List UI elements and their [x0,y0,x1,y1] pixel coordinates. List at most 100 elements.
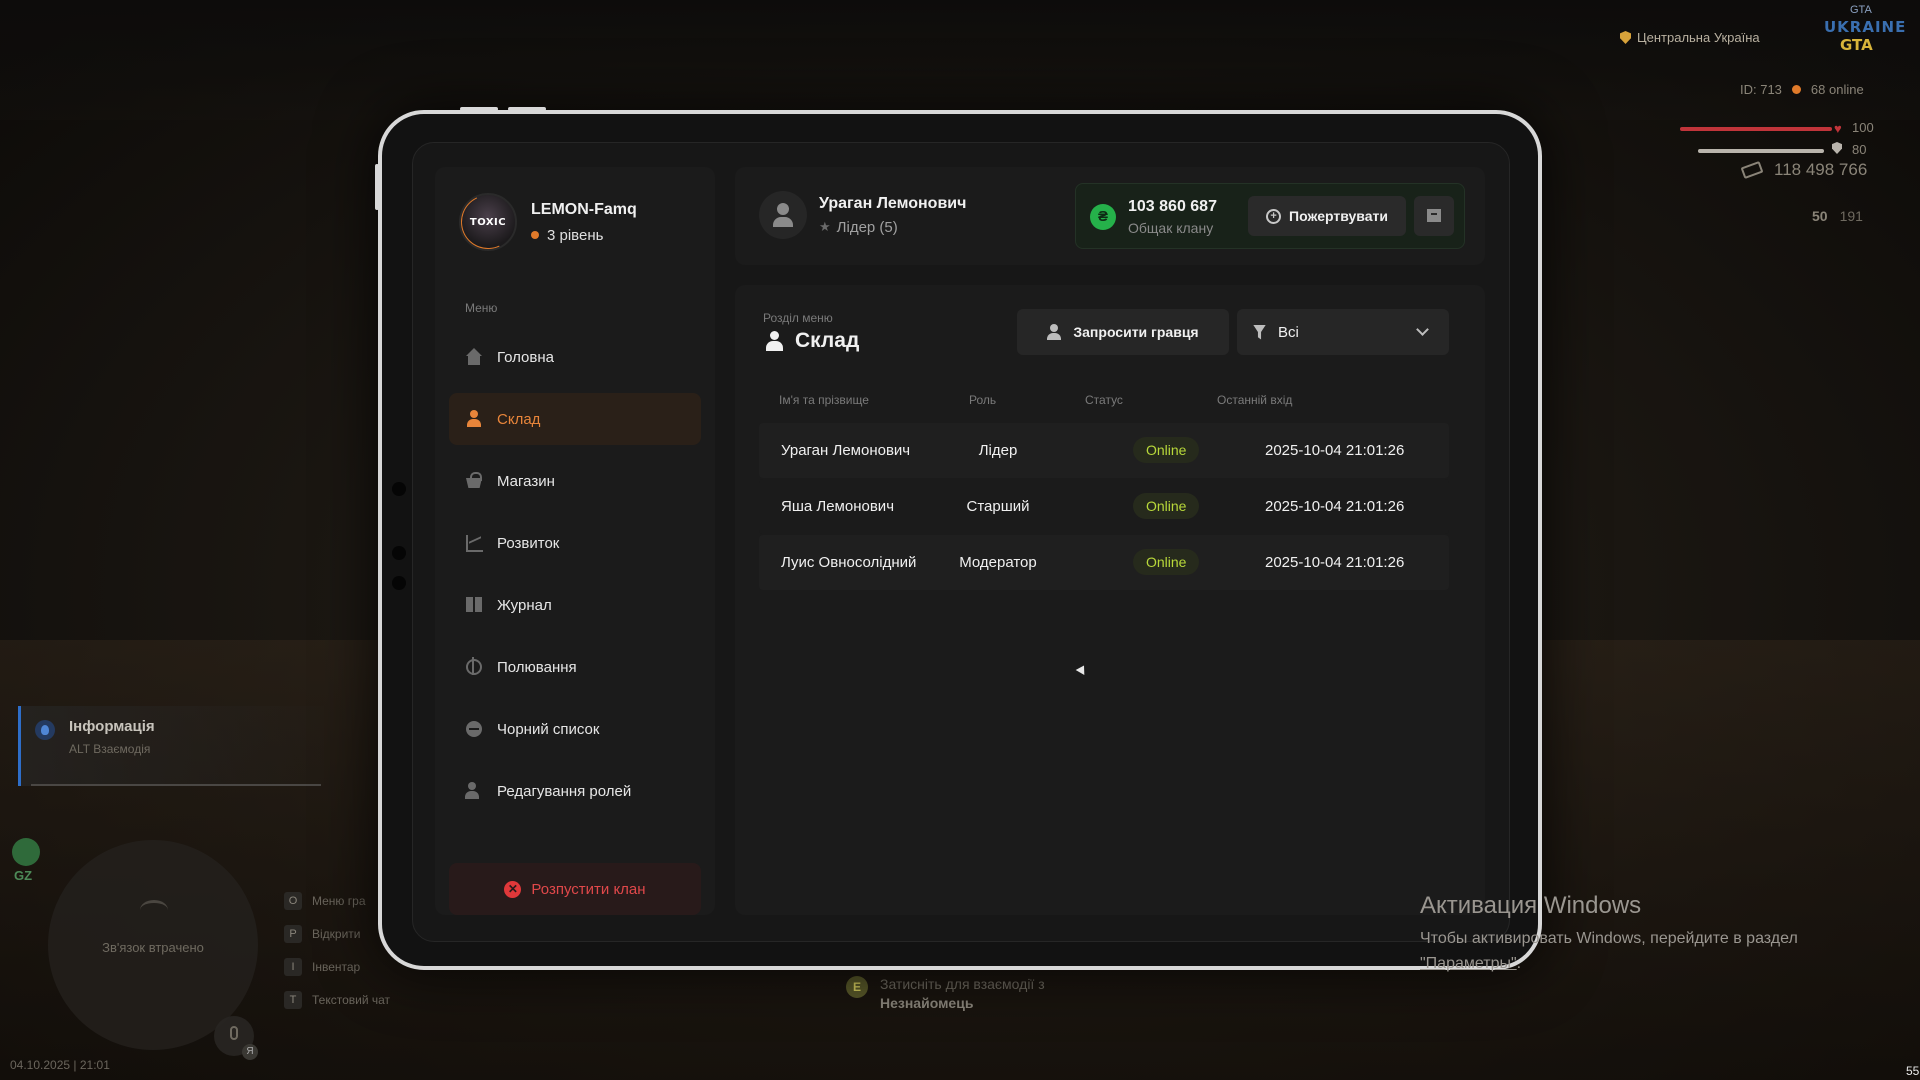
chevron-down-icon [1416,323,1429,336]
menu-item-journal[interactable]: Журнал [449,579,701,631]
voice-key: Я [242,1044,258,1060]
tablet-device: TOXIC LEMON-Famq 3 рівень Меню Головна С… [375,107,1542,970]
armor-value: 80 [1852,142,1867,157]
ammo-total: 191 [1839,208,1863,224]
menu-item-members[interactable]: Склад [449,393,701,445]
player-id: ID: 713 [1740,82,1782,97]
keybind-label: Меню гра [312,893,366,908]
chart-icon [465,534,483,552]
keybind-hint: I Інвентар [284,950,390,983]
interaction-prompt: E Затисніть для взаємодії з Незнайомець [846,976,1045,1011]
clan-treasury: ₴ 103 860 687 Общак клану + Пожертвувати [1075,183,1465,249]
hud-money: 118 498 766 [1740,160,1867,180]
menu-item-label: Полювання [497,658,577,676]
keybind-hint: T Текстовий чат [284,983,390,1016]
menu-item-label: Журнал [497,596,552,614]
close-circle-icon: ✕ [504,880,522,898]
treasury-amount: 103 860 687 [1128,198,1217,215]
plus-circle-icon: + [1266,208,1282,224]
region-shield-icon [1620,31,1631,44]
clan-header: TOXIC LEMON-Famq 3 рівень [459,193,637,251]
tablet-button [375,164,379,210]
donate-button[interactable]: + Пожертвувати [1248,196,1406,236]
armor-shield-icon [1832,142,1842,154]
keybind-label: Текстовий чат [312,992,391,1007]
clan-sidebar: TOXIC LEMON-Famq 3 рівень Меню Головна С… [435,167,715,915]
menu-item-label: Редагування ролей [497,782,632,800]
tablet-camera-icon [392,576,406,590]
hud-player-id: ID: 713 68 online [1740,82,1864,97]
watermark-text: Чтобы активировать Windows, перейдите в … [1420,926,1798,976]
people-icon [465,410,483,428]
watermark-line: Чтобы активировать Windows, перейдите в … [1420,930,1798,947]
notification-divider [31,784,321,786]
tablet-camera-icon [392,546,406,560]
members-table-header: Ім'я та прізвище Роль Статус Останній вх… [759,393,1449,413]
heart-icon: ♥ [1834,121,1842,136]
region-label: Центральна Україна [1637,30,1760,45]
tablet-button [460,107,498,111]
member-name: Яша Лемонович [781,497,895,515]
menu-item-shop[interactable]: Магазин [449,455,701,507]
table-row[interactable]: Ураган Лемонович Лідер Online 2025-10-04… [759,423,1449,478]
table-row[interactable]: Яша Лемонович Старший Online 2025-10-04 … [759,479,1449,534]
user-plus-icon [1047,324,1063,340]
scene-ceiling [0,0,1920,120]
health-value: 100 [1852,120,1874,135]
menu-item-edit-roles[interactable]: Редагування ролей [449,765,701,817]
prompt-line1: Затисніть для взаємодії з [880,976,1045,992]
level-dot-icon [531,231,539,239]
clan-logo-text: TOXIC [469,217,507,228]
member-role: Лідер [978,442,1018,459]
treasury-history-button[interactable] [1414,196,1454,236]
fps-counter: 55 [1906,1064,1920,1078]
star-icon: ★ [819,219,831,234]
member-last-login: 2025-10-04 21:01:26 [1265,442,1405,459]
logo-line2: GTA [1840,36,1873,54]
column-header-last-login: Останній вхід [1217,393,1293,407]
invite-player-button[interactable]: Запросити гравця [1017,309,1229,355]
keybind-hint: O Меню гра [284,884,390,917]
role-filter-select[interactable]: Всі [1237,309,1449,355]
user-edit-icon [465,782,483,800]
column-header-status: Статус [1085,393,1123,407]
microphone-icon [230,1026,238,1040]
menu-item-hunting[interactable]: Полювання [449,641,701,693]
menu-item-label: Магазин [497,472,555,490]
keycap: O [284,891,302,910]
tablet-button [508,107,546,111]
column-header-role: Роль [969,393,997,407]
logo-top: GTA [1850,4,1872,16]
status-badge: Online [1133,437,1200,463]
disband-clan-button[interactable]: ✕ Розпустити клан [449,863,701,915]
keycap: T [284,990,302,1009]
status-badge: Online [1133,549,1200,575]
windows-activation-watermark: Активация Windows Чтобы активировать Win… [1420,892,1798,976]
disband-label: Розпустити клан [531,880,646,898]
page-title-label: Склад [795,329,860,352]
watermark-title: Активация Windows [1420,892,1642,919]
menu-item-blacklist[interactable]: Чорний список [449,703,701,755]
clan-logo: TOXIC [459,193,517,251]
settings-link[interactable]: "Параметры" [1420,955,1517,972]
current-user: Ураган Лемонович ★ Лідер (5) [759,191,966,239]
members-panel: Розділ меню Склад Запросити гравця Всі І… [735,285,1485,915]
treasury-label: Общак клану [1128,220,1214,236]
menu-item-label: Розвиток [497,534,560,552]
member-role: Старший [966,498,1030,515]
menu-item-development[interactable]: Розвиток [449,517,701,569]
home-icon [465,348,483,366]
profile-bar: Ураган Лемонович ★ Лідер (5) ₴ 103 860 6… [735,167,1485,265]
menu-item-label: Головна [497,348,554,366]
keycap: I [284,957,302,976]
minimap-status: Зв'язок втрачено [102,940,204,955]
member-last-login: 2025-10-04 21:01:26 [1265,554,1405,571]
member-last-login: 2025-10-04 21:01:26 [1265,498,1405,515]
health-bar [1680,127,1832,131]
keybind-label: Інвентар [312,959,361,974]
menu-item-home[interactable]: Головна [449,331,701,383]
notification-title: Інформація [69,718,155,735]
table-row[interactable]: Луис Овносолідний Модератор Online 2025-… [759,535,1449,590]
greenzone-label: GZ [14,868,33,883]
tablet-screen: TOXIC LEMON-Famq 3 рівень Меню Головна С… [412,142,1510,942]
